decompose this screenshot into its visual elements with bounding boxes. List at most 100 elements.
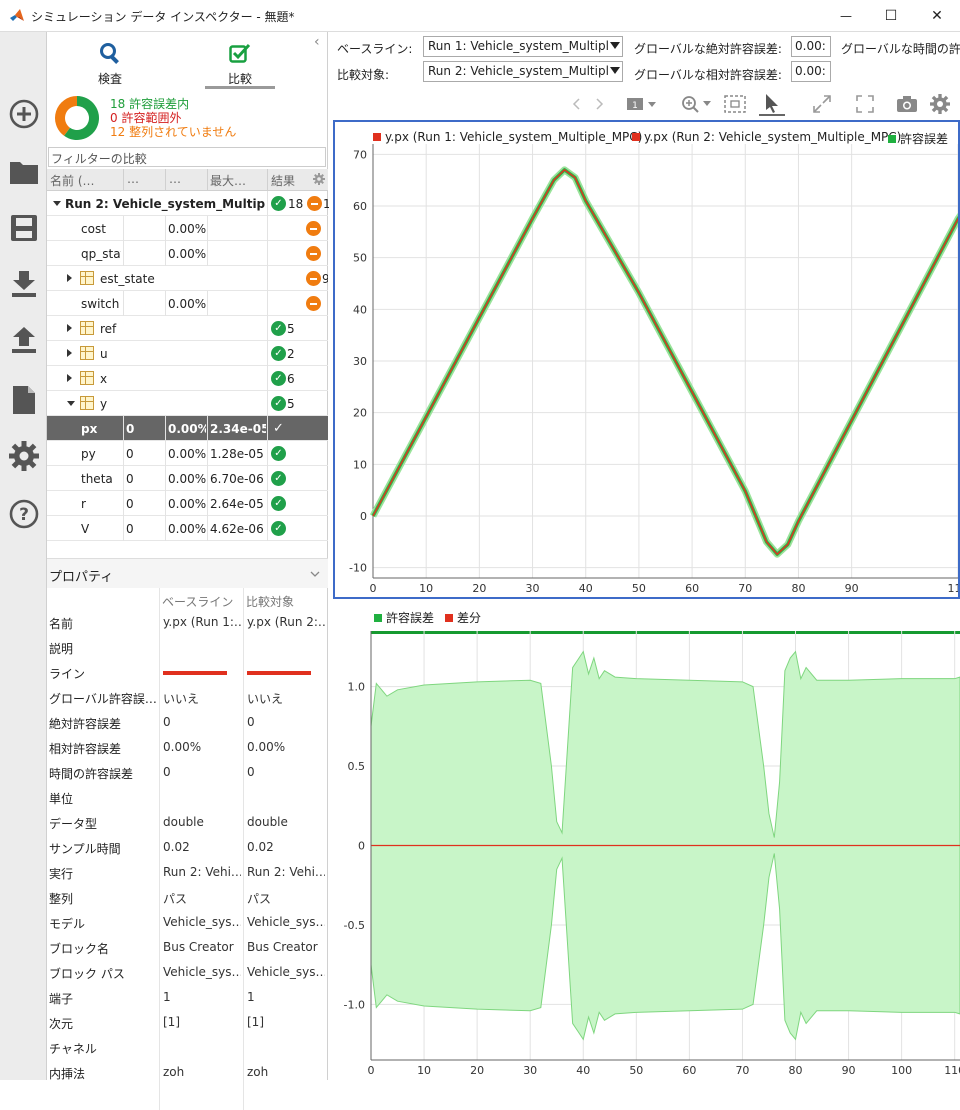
table-row[interactable]: px 0 0.00% 2.34e-05: [47, 416, 328, 441]
collapse-toggle-icon[interactable]: [53, 201, 61, 206]
table-row[interactable]: u2: [47, 341, 328, 366]
row-name: ref: [100, 322, 117, 336]
expand-toggle-icon[interactable]: [67, 374, 72, 382]
property-row: 名前 y.px (Run 1:… y.px (Run 2:…: [47, 610, 328, 635]
property-row: ライン: [47, 660, 328, 685]
table-row[interactable]: py 0 0.00% 1.28e-05: [47, 441, 328, 466]
tab-compare[interactable]: 比較: [205, 36, 275, 89]
compare-line-style[interactable]: [247, 671, 311, 675]
compare-settings-panel: ベースライン: Run 1: Vehicle_system_Multipl グロ…: [329, 32, 960, 88]
table-header: 名前 (… … … 最大… 結果: [47, 169, 328, 191]
y-tick-label: 20: [353, 407, 367, 420]
snapshot-button[interactable]: [894, 92, 920, 116]
property-key: 単位: [49, 792, 74, 806]
compare-to-select[interactable]: Run 2: Vehicle_system_Multipl: [423, 61, 623, 82]
fullscreen-icon: [856, 95, 874, 113]
visualization-settings-button[interactable]: [927, 92, 953, 116]
forward-button[interactable]: [586, 92, 612, 116]
table-row[interactable]: Run 2: Vehicle_system_Multiple_… 18 1: [47, 191, 329, 216]
column-name-header[interactable]: 名前 (…: [50, 172, 120, 189]
row-abs-tol: 0: [126, 472, 134, 486]
settings-button[interactable]: [8, 440, 40, 472]
download-icon: [12, 271, 36, 297]
zoom-button[interactable]: [679, 92, 715, 116]
x-tick-label: 70: [735, 1064, 749, 1077]
new-button[interactable]: [8, 98, 40, 130]
x-tick-label: 40: [576, 1064, 590, 1077]
property-baseline-value: zoh: [163, 1065, 185, 1079]
import-button[interactable]: [8, 268, 40, 300]
help-button[interactable]: ?: [8, 498, 40, 530]
collapse-pane-icon[interactable]: ‹: [314, 34, 320, 50]
x-tick-label: 40: [579, 582, 593, 595]
table-row[interactable]: switch 0.00%: [47, 291, 328, 316]
open-button[interactable]: [8, 156, 40, 188]
table-row[interactable]: cost 0.00%: [47, 216, 328, 241]
add-icon: [9, 99, 39, 129]
expand-toggle-icon[interactable]: [67, 324, 72, 332]
property-key: 内挿法: [49, 1067, 86, 1081]
difference-plot[interactable]: 許容誤差 差分 01020304050607080901001101.00.50…: [333, 603, 960, 1080]
column-settings-gear-icon[interactable]: [313, 173, 325, 185]
layout-button[interactable]: 1: [624, 92, 660, 116]
fit-to-view-button[interactable]: [722, 92, 748, 116]
column-2-header[interactable]: …: [127, 172, 167, 186]
gear-icon: [9, 441, 39, 471]
baseline-line-style[interactable]: [163, 671, 227, 675]
ok-status-icon: [271, 371, 286, 386]
abs-tolerance-input[interactable]: 0.00:: [791, 36, 831, 57]
property-compare-value: 0: [247, 765, 255, 779]
row-name: px: [81, 422, 98, 436]
property-compare-value: zoh: [247, 1065, 269, 1079]
column-3-header[interactable]: …: [169, 172, 205, 186]
tab-inspect[interactable]: 検査: [75, 36, 145, 88]
rel-tolerance-input[interactable]: 0.00:: [791, 61, 831, 82]
property-row: サンプル時間 0.02 0.02: [47, 835, 328, 860]
export-button[interactable]: [8, 324, 40, 356]
properties-title: プロパティ: [49, 570, 114, 585]
table-row[interactable]: ref 5: [47, 316, 328, 341]
save-button[interactable]: [8, 212, 40, 244]
property-row: ブロック名 Bus Creator Bus Creator: [47, 935, 328, 960]
table-row[interactable]: qp_status 0.00%: [47, 241, 328, 266]
warning-status-icon: [306, 271, 321, 286]
filter-input[interactable]: フィルターの比較: [48, 147, 326, 167]
property-key: 整列: [49, 892, 74, 906]
report-button[interactable]: [8, 384, 40, 416]
window-title: シミュレーション データ インスペクター - 無題*: [31, 10, 295, 24]
row-name: qp_status: [81, 247, 121, 261]
property-row: ブロック パス Vehicle_sys… Vehicle_sys…: [47, 960, 328, 985]
row-rel-tol: 0.00%: [168, 447, 206, 461]
ok-status-icon: [271, 471, 286, 486]
table-row[interactable]: y5: [47, 391, 328, 416]
compare-column-header: 比較対象: [246, 595, 295, 609]
row-name: py: [81, 447, 96, 461]
table-row[interactable]: x6: [47, 366, 328, 391]
property-compare-value: いいえ: [247, 692, 284, 706]
properties-header[interactable]: プロパティ: [47, 558, 328, 588]
maximize-button[interactable]: ☐: [868, 0, 914, 32]
column-result-header[interactable]: 結果: [271, 172, 307, 189]
expand-button[interactable]: [809, 92, 835, 116]
property-key: 絶対許容誤差: [49, 717, 122, 731]
close-button[interactable]: ✕: [914, 0, 960, 32]
baseline-select[interactable]: Run 1: Vehicle_system_Multipl: [423, 36, 623, 57]
minimize-button[interactable]: —: [823, 0, 869, 32]
expand-toggle-icon[interactable]: [67, 274, 72, 282]
property-baseline-value: いいえ: [163, 692, 200, 706]
ok-status-icon: [271, 421, 286, 436]
upload-icon: [12, 327, 36, 353]
table-row[interactable]: V 0 0.00% 4.62e-06: [47, 516, 328, 541]
collapse-toggle-icon[interactable]: [67, 401, 75, 406]
table-row[interactable]: r 0 0.00% 2.64e-05: [47, 491, 328, 516]
expand-toggle-icon[interactable]: [67, 349, 72, 357]
help-icon: ?: [9, 499, 39, 529]
column-max-header[interactable]: 最大…: [210, 172, 264, 189]
unaligned-count: 12 整列されていません: [110, 125, 237, 139]
signal-plot[interactable]: y.px (Run 1: Vehicle_system_Multiple_MPC…: [333, 120, 960, 599]
table-row[interactable]: est_state 9: [47, 266, 328, 291]
table-row[interactable]: theta 0 0.00% 6.70e-06: [47, 466, 328, 491]
fullscreen-button[interactable]: [852, 92, 878, 116]
row-name: x: [100, 372, 108, 386]
cursor-button[interactable]: [759, 92, 785, 116]
